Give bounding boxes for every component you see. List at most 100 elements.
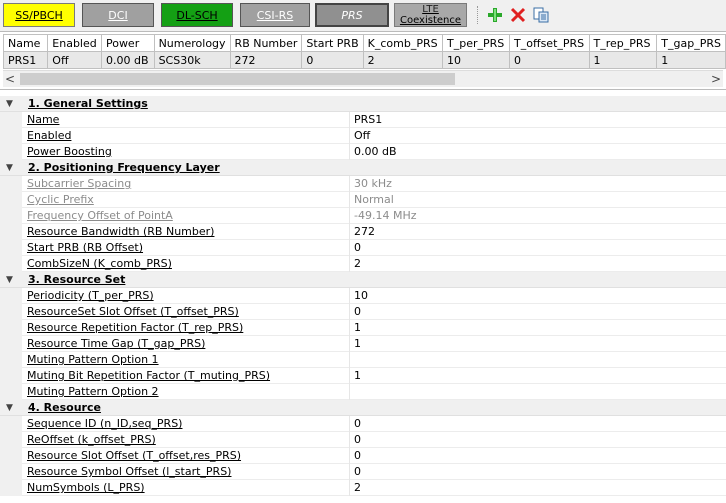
- property-value[interactable]: PRS1: [354, 113, 382, 127]
- scrollbar-thumb[interactable]: [20, 73, 455, 85]
- row-gutter: [0, 480, 22, 496]
- property-row[interactable]: Name PRS1: [0, 112, 726, 128]
- property-value[interactable]: 1: [354, 369, 361, 383]
- column-header[interactable]: K_comb_PRS: [362, 34, 444, 52]
- column-header[interactable]: T_per_PRS: [442, 34, 511, 52]
- column-divider: [349, 224, 350, 240]
- tab-lte-coexistence[interactable]: LTE Coexistence: [394, 3, 467, 27]
- property-value[interactable]: 0.00 dB: [354, 145, 397, 159]
- tab-prs[interactable]: PRS: [315, 3, 389, 27]
- property-row[interactable]: Periodicity (T_per_PRS) 10: [0, 288, 726, 304]
- column-header[interactable]: RB Number: [229, 34, 303, 52]
- table-cell[interactable]: Off: [47, 51, 102, 69]
- column-header[interactable]: Numerology: [153, 34, 231, 52]
- property-value[interactable]: 2: [354, 481, 361, 495]
- property-row[interactable]: Power Boosting 0.00 dB: [0, 144, 726, 160]
- property-name: Muting Pattern Option 1: [27, 353, 159, 366]
- row-gutter: [0, 192, 22, 208]
- property-value[interactable]: 2: [354, 257, 361, 271]
- table-cell[interactable]: 0: [509, 51, 590, 69]
- property-value[interactable]: 10: [354, 289, 368, 303]
- property-row[interactable]: ResourceSet Slot Offset (T_offset_PRS) 0: [0, 304, 726, 320]
- table-cell[interactable]: 272: [229, 51, 303, 69]
- table-cell[interactable]: PRS1: [2, 51, 49, 69]
- property-row[interactable]: Muting Pattern Option 1: [0, 352, 726, 368]
- property-value[interactable]: 0: [354, 433, 361, 447]
- property-value[interactable]: 0: [354, 449, 361, 463]
- property-name: ResourceSet Slot Offset (T_offset_PRS): [27, 305, 239, 318]
- column-divider: [349, 240, 350, 256]
- property-row[interactable]: CombSizeN (K_comb_PRS) 2: [0, 256, 726, 272]
- property-row[interactable]: Enabled Off: [0, 128, 726, 144]
- section-header[interactable]: ▼ 2. Positioning Frequency Layer: [0, 160, 726, 176]
- column-divider: [349, 352, 350, 368]
- section-header[interactable]: ▼ 4. Resource: [0, 400, 726, 416]
- property-row[interactable]: Subcarrier Spacing 30 kHz: [0, 176, 726, 192]
- collapse-icon[interactable]: ▼: [6, 401, 16, 415]
- property-value[interactable]: 1: [354, 337, 361, 351]
- table-cell[interactable]: 10: [442, 51, 511, 69]
- column-divider: [349, 112, 350, 128]
- table-cell[interactable]: SCS30k: [153, 51, 231, 69]
- property-value[interactable]: 0: [354, 465, 361, 479]
- table-cell[interactable]: 2: [362, 51, 444, 69]
- property-value[interactable]: 272: [354, 225, 375, 239]
- scroll-right-button[interactable]: >: [709, 71, 723, 87]
- column-divider: [349, 128, 350, 144]
- tab-dl-sch[interactable]: DL-SCH: [161, 3, 233, 27]
- property-row[interactable]: Resource Repetition Factor (T_rep_PRS) 1: [0, 320, 726, 336]
- copy-button[interactable]: [532, 6, 550, 24]
- property-value: Normal: [354, 193, 394, 206]
- column-header[interactable]: Start PRB: [301, 34, 364, 52]
- property-row[interactable]: Resource Symbol Offset (l_start_PRS) 0: [0, 464, 726, 480]
- horizontal-scrollbar[interactable]: < >: [3, 70, 723, 87]
- delete-button[interactable]: [509, 6, 527, 24]
- property-value[interactable]: 0: [354, 305, 361, 319]
- section-header[interactable]: ▼ 1. General Settings: [0, 96, 726, 112]
- property-row[interactable]: Cyclic Prefix Normal: [0, 192, 726, 208]
- property-row[interactable]: Sequence ID (n_ID,seq_PRS) 0: [0, 416, 726, 432]
- property-row[interactable]: Muting Bit Repetition Factor (T_muting_P…: [0, 368, 726, 384]
- property-name: CombSizeN (K_comb_PRS): [27, 257, 172, 270]
- scroll-left-button[interactable]: <: [3, 71, 17, 87]
- tab-dci[interactable]: DCI: [82, 3, 154, 27]
- property-row[interactable]: Resource Slot Offset (T_offset,res_PRS) 0: [0, 448, 726, 464]
- column-divider: [349, 288, 350, 304]
- property-row[interactable]: NumSymbols (L_PRS) 2: [0, 480, 726, 496]
- property-value[interactable]: Off: [354, 129, 370, 143]
- column-header[interactable]: T_offset_PRS: [509, 34, 590, 52]
- property-row[interactable]: Resource Time Gap (T_gap_PRS) 1: [0, 336, 726, 352]
- property-row[interactable]: Start PRB (RB Offset) 0: [0, 240, 726, 256]
- table-row[interactable]: PRS1 Off 0.00 dB SCS30k 272 0 2 10 0 1 1: [2, 51, 726, 69]
- column-header[interactable]: T_rep_PRS: [588, 34, 658, 52]
- property-row[interactable]: Resource Bandwidth (RB Number) 272: [0, 224, 726, 240]
- tab-csi-rs[interactable]: CSI-RS: [240, 3, 310, 27]
- column-header[interactable]: Enabled: [47, 34, 102, 52]
- prs-grid: Name Enabled Power Numerology RB Number Start…: [0, 31, 726, 88]
- property-name: Resource Repetition Factor (T_rep_PRS): [27, 321, 244, 334]
- property-value[interactable]: 0: [354, 241, 361, 255]
- section-header[interactable]: ▼ 3. Resource Set: [0, 272, 726, 288]
- collapse-icon[interactable]: ▼: [6, 273, 16, 287]
- property-row[interactable]: Frequency Offset of PointA -49.14 MHz: [0, 208, 726, 224]
- tab-lte-label: LTE: [422, 4, 439, 15]
- property-value[interactable]: 0: [354, 417, 361, 431]
- copy-icon: [533, 7, 549, 23]
- table-cell[interactable]: 0.00 dB: [100, 51, 155, 69]
- table-cell[interactable]: 0: [301, 51, 364, 69]
- table-cell[interactable]: 1: [588, 51, 658, 69]
- column-header[interactable]: Power: [100, 34, 155, 52]
- property-row[interactable]: Muting Pattern Option 2: [0, 384, 726, 400]
- column-header[interactable]: T_gap_PRS: [656, 34, 726, 52]
- table-cell[interactable]: 1: [656, 51, 726, 69]
- add-button[interactable]: [486, 6, 504, 24]
- collapse-icon[interactable]: ▼: [6, 161, 16, 175]
- column-divider: [349, 464, 350, 480]
- property-row[interactable]: ReOffset (k_offset_PRS) 0: [0, 432, 726, 448]
- property-value[interactable]: 1: [354, 321, 361, 335]
- column-divider: [349, 144, 350, 160]
- collapse-icon[interactable]: ▼: [6, 97, 16, 111]
- tab-ss-pbch[interactable]: SS/PBCH: [3, 3, 75, 27]
- column-header[interactable]: Name: [2, 34, 49, 52]
- row-gutter: [0, 240, 22, 256]
